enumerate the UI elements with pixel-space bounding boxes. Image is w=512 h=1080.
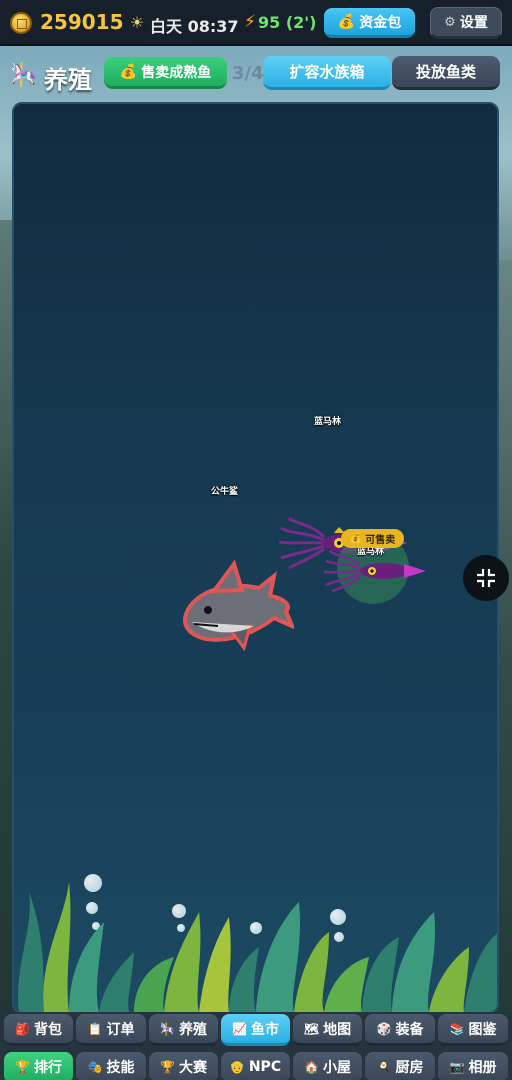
- map-icon: 🗺: [303, 1021, 320, 1036]
- cup-icon: 🏆: [160, 1059, 175, 1074]
- nav-backpack[interactable]: 🎒 背包: [4, 1014, 73, 1046]
- fund-pack-button[interactable]: 💰 资金包: [324, 8, 415, 38]
- nav-ranking[interactable]: 🏆 排行: [4, 1052, 73, 1080]
- nav-label: 技能: [106, 1059, 135, 1076]
- nav-label: 排行: [33, 1059, 62, 1076]
- nav-kitchen[interactable]: 🍳 厨房: [365, 1052, 435, 1080]
- sell-mature-fish-label: 售卖成熟鱼: [141, 64, 212, 81]
- settings-button[interactable]: ⚙ 设置: [430, 7, 502, 39]
- nav-fish-market[interactable]: 📈 鱼市: [221, 1014, 290, 1046]
- nav-label: 装备: [395, 1021, 424, 1038]
- nav-label: 鱼市: [250, 1021, 279, 1038]
- sell-mature-fish-button[interactable]: 💰 售卖成熟鱼: [104, 57, 227, 89]
- npc-icon: 👴: [229, 1059, 245, 1074]
- seaweed-decoration: [18, 882, 497, 1012]
- energy-count: 95 (2'): [258, 13, 317, 32]
- money-bag-icon: 💰: [119, 63, 138, 80]
- equipment-icon: 🎲: [376, 1021, 392, 1036]
- expand-aquarium-button[interactable]: 扩容水族箱: [263, 56, 391, 90]
- nav-label: 养殖: [178, 1021, 207, 1038]
- nav-equipment[interactable]: 🎲 装备: [365, 1014, 435, 1046]
- top-status-bar: 259015 ☀ 白天 08:37 ⚡ 95 (2') 💰 资金包 ⚙ 设置: [0, 0, 512, 46]
- squid-body: [360, 563, 408, 579]
- bottom-navigation: 🎒 背包 📋 订单 🎠 养殖 📈 鱼市 🗺 地图 🎲 装备 📚 图鉴 🏆 排行 …: [0, 1012, 512, 1080]
- album-icon: 📷: [449, 1059, 465, 1074]
- nav-label: 地图: [323, 1021, 352, 1038]
- shark-eye: [204, 606, 212, 614]
- nav-label: 相册: [468, 1059, 497, 1076]
- market-chart-icon: 📈: [232, 1021, 247, 1036]
- squid-fin: [404, 564, 426, 578]
- bubble: [498, 966, 499, 976]
- add-fish-button[interactable]: 投放鱼类: [392, 56, 500, 90]
- shark-dorsal-fin: [209, 559, 245, 594]
- nav-label: 图鉴: [468, 1021, 497, 1038]
- nav-npc[interactable]: 👴 NPC: [221, 1052, 290, 1080]
- money-bag-icon: 💰: [349, 533, 363, 544]
- collapse-fullscreen-button[interactable]: [463, 555, 509, 601]
- gear-icon: ⚙: [444, 14, 456, 30]
- fund-pack-label: 资金包: [359, 14, 402, 31]
- skill-icon: 🎭: [87, 1059, 103, 1074]
- squid-tentacles: [323, 550, 361, 593]
- nav-label: 厨房: [395, 1059, 424, 1076]
- sun-icon: ☀: [129, 13, 145, 32]
- kitchen-icon: 🍳: [376, 1059, 392, 1074]
- nav-skills[interactable]: 🎭 技能: [76, 1052, 146, 1080]
- aquarium-tank[interactable]: 蓝马林 公牛鲨 蓝马林 💰 可售卖: [12, 102, 499, 1014]
- settings-label: 设置: [459, 15, 488, 31]
- sellable-label: 可售卖: [365, 535, 396, 546]
- backpack-icon: 🎒: [15, 1021, 30, 1036]
- nav-label: 订单: [106, 1021, 135, 1038]
- fish-name-label: 公牛鲨: [211, 487, 239, 497]
- collapse-icon: [477, 569, 495, 587]
- nav-farming[interactable]: 🎠 养殖: [149, 1014, 218, 1046]
- money-bag-icon: 💰: [337, 13, 356, 30]
- lightning-icon: ⚡: [244, 12, 256, 32]
- fish-name-label: 蓝马林: [314, 417, 342, 427]
- carousel-icon: 🎠: [10, 63, 38, 88]
- sellable-badge[interactable]: 💰 可售卖: [341, 529, 404, 548]
- nav-label: NPC: [248, 1058, 282, 1075]
- tank-capacity: 3/4: [232, 63, 264, 84]
- fish-bull-shark[interactable]: [174, 556, 294, 656]
- nav-contest[interactable]: 🏆 大赛: [149, 1052, 218, 1080]
- book-icon: 📚: [449, 1021, 465, 1036]
- house-icon: 🏠: [304, 1059, 319, 1074]
- nav-orders[interactable]: 📋 订单: [76, 1014, 146, 1046]
- daytime-clock: 白天 08:37: [150, 17, 239, 36]
- order-icon: 📋: [87, 1021, 103, 1036]
- nav-album[interactable]: 📷 相册: [438, 1052, 508, 1080]
- coin-count: 259015: [40, 10, 124, 34]
- trophy-icon: 🏆: [15, 1059, 30, 1074]
- nav-map[interactable]: 🗺 地图: [293, 1014, 362, 1046]
- farming-icon: 🎠: [160, 1021, 175, 1036]
- nav-cabin[interactable]: 🏠 小屋: [293, 1052, 362, 1080]
- nav-encyclopedia[interactable]: 📚 图鉴: [438, 1014, 508, 1046]
- nav-label: 小屋: [322, 1059, 351, 1076]
- nav-label: 大赛: [178, 1059, 207, 1076]
- coin-icon: [10, 12, 32, 34]
- nav-label: 背包: [33, 1021, 62, 1038]
- page-title: 养殖: [44, 66, 92, 94]
